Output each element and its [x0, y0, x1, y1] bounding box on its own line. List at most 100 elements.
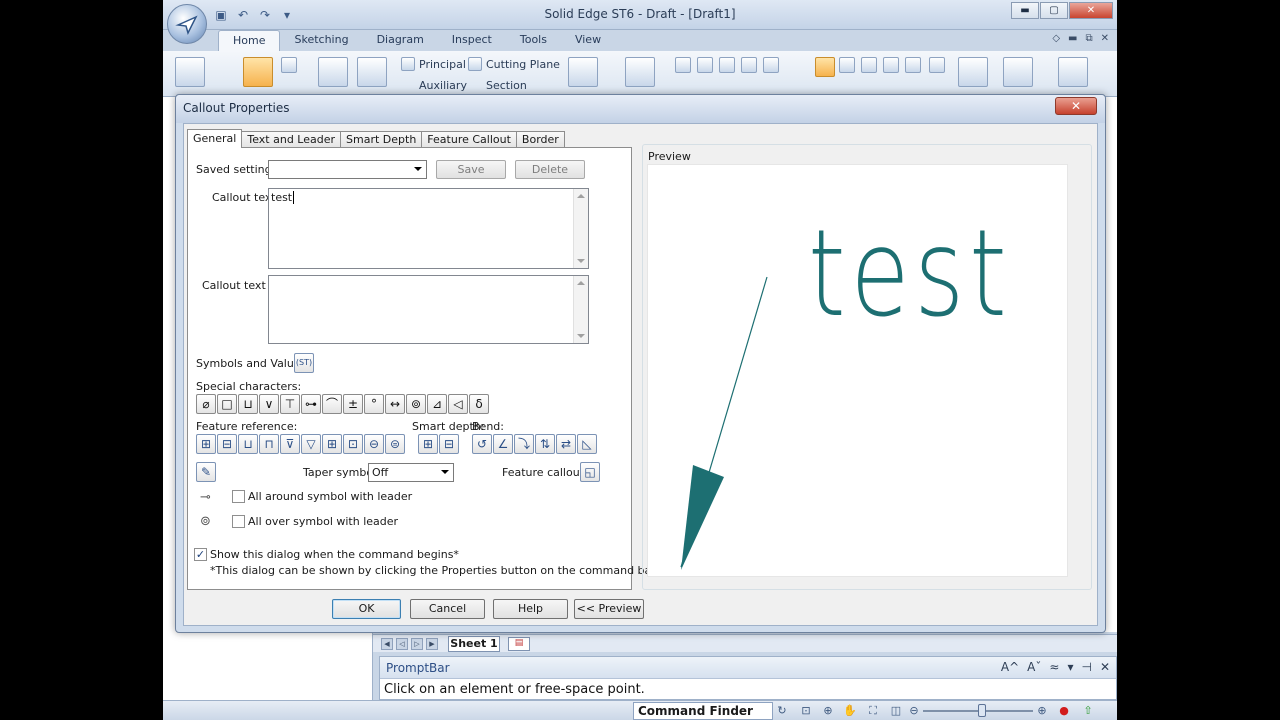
plus-minus-char-button[interactable]: ± — [343, 394, 363, 414]
tab-general[interactable]: General — [187, 129, 243, 148]
show-dialog-checkbox[interactable]: ✓ — [194, 548, 207, 561]
countersink-char-button[interactable]: ∨ — [259, 394, 279, 414]
preview-toggle-button[interactable]: << Preview — [574, 599, 644, 619]
close-doc-icon[interactable]: ✕ — [1101, 33, 1109, 44]
zoom-out-icon[interactable]: ⊖ — [907, 704, 921, 718]
cutting-plane-icon[interactable] — [468, 57, 482, 71]
fit-icon[interactable]: ⛶ — [866, 704, 880, 718]
pan-icon[interactable]: ✋ — [843, 704, 857, 718]
callout-text-field[interactable]: test — [268, 188, 589, 269]
callout-tool-icon[interactable] — [815, 57, 835, 77]
depth-char-button[interactable]: ⊤ — [280, 394, 300, 414]
bend-relief-icon[interactable]: ◺ — [577, 434, 597, 454]
options-icon[interactable]: ▾ — [1067, 660, 1073, 674]
refresh-icon[interactable]: ↻ — [775, 704, 789, 718]
tab-text-and-leader[interactable]: Text and Leader — [241, 131, 342, 148]
tab-inspect[interactable]: Inspect — [438, 30, 506, 52]
layers-icon[interactable] — [1058, 57, 1088, 87]
paste-icon[interactable] — [175, 57, 205, 87]
degree-char-button[interactable]: ° — [364, 394, 384, 414]
restore-doc-icon[interactable]: ⧉ — [1085, 33, 1092, 44]
tab-smart-depth[interactable]: Smart Depth — [340, 131, 423, 148]
feature-ref-counterbore-icon[interactable]: ⊔ — [238, 434, 258, 454]
callout-text2-scrollbar[interactable] — [573, 276, 588, 343]
first-sheet-icon[interactable]: ◀ — [381, 638, 393, 650]
weld-symbol-icon[interactable] — [905, 57, 921, 73]
smart-depth-2-icon[interactable]: ⊟ — [439, 434, 459, 454]
feature-callout-button[interactable]: ◱ — [580, 462, 600, 482]
last-sheet-icon[interactable]: ▶ — [426, 638, 438, 650]
diameter-char-button[interactable]: ⌀ — [196, 394, 216, 414]
new-sheet-icon[interactable]: ▤ — [508, 637, 530, 651]
section-button[interactable]: Section — [486, 79, 527, 92]
view-icon[interactable]: ◫ — [889, 704, 903, 718]
help-button[interactable]: Help — [493, 599, 568, 619]
bend-direction-icon[interactable]: ↺ — [472, 434, 492, 454]
help-icon[interactable]: ◇ — [1052, 33, 1060, 44]
feature-ref-countersink-icon[interactable]: ⊓ — [259, 434, 279, 454]
font-increase-icon[interactable]: A^ — [1001, 660, 1019, 674]
minimize-doc-icon[interactable]: ▬ — [1068, 33, 1077, 44]
next-sheet-icon[interactable]: ▷ — [411, 638, 423, 650]
tab-sketching[interactable]: Sketching — [280, 30, 362, 52]
dimension-icon[interactable] — [625, 57, 655, 87]
tab-home[interactable]: Home — [218, 30, 281, 52]
view-wizard-icon[interactable] — [318, 57, 348, 87]
callout-text2-field[interactable] — [268, 275, 589, 344]
bend-radius-icon[interactable]: ⤵ — [514, 434, 534, 454]
text-box-icon[interactable] — [958, 57, 988, 87]
feature-ref-slot-icon[interactable]: ⊞ — [322, 434, 342, 454]
application-button[interactable] — [167, 4, 207, 44]
maximize-button[interactable]: ▢ — [1040, 2, 1068, 19]
tab-tools[interactable]: Tools — [506, 30, 561, 52]
datum-icon[interactable] — [929, 57, 945, 73]
delete-settings-button[interactable]: Delete — [515, 160, 585, 179]
feature-ref-hole-icon[interactable]: ⊞ — [196, 434, 216, 454]
slope-char-button[interactable]: ⊶ — [301, 394, 321, 414]
dialog-close-button[interactable]: ✕ — [1055, 97, 1097, 115]
bend-sequence-icon[interactable]: ⇅ — [535, 434, 555, 454]
promptbar-close-icon[interactable]: ✕ — [1100, 660, 1110, 674]
tab-feature-callout[interactable]: Feature Callout — [421, 131, 517, 148]
principal-icon[interactable] — [401, 57, 415, 71]
minimize-button[interactable]: ▬ — [1011, 2, 1039, 19]
feature-ref-angle-icon[interactable]: ⊖ — [364, 434, 384, 454]
feature-ref-count-icon[interactable]: ⊜ — [385, 434, 405, 454]
annotation-tool-2-icon[interactable] — [697, 57, 713, 73]
cutting-plane-button[interactable]: Cutting Plane — [486, 58, 560, 71]
saved-settings-dropdown[interactable] — [268, 160, 427, 179]
cut-icon[interactable] — [207, 57, 225, 75]
connector-tool-icon[interactable] — [883, 57, 899, 73]
principal-button[interactable]: Principal — [419, 58, 466, 71]
smart-depth-1-icon[interactable]: ⊞ — [418, 434, 438, 454]
zoom-area-icon[interactable]: ⊡ — [799, 704, 813, 718]
auxiliary-button[interactable]: Auxiliary — [419, 79, 467, 92]
close-button[interactable]: ✕ — [1069, 2, 1113, 19]
select-options-icon[interactable] — [281, 57, 297, 73]
command-finder-input[interactable]: Command Finder — [633, 702, 773, 720]
counterbore-char-button[interactable]: ⊔ — [238, 394, 258, 414]
all-around-checkbox[interactable] — [232, 490, 245, 503]
annotation-tool-5-icon[interactable] — [763, 57, 779, 73]
ok-button[interactable]: OK — [332, 599, 401, 619]
feature-ref-thread-icon[interactable]: ⊟ — [217, 434, 237, 454]
record-icon[interactable]: ● — [1057, 704, 1071, 718]
sheet-tab-1[interactable]: Sheet 1 — [448, 636, 500, 652]
zoom-icon[interactable]: ⊕ — [821, 704, 835, 718]
feature-ref-taper-icon[interactable]: ⊽ — [280, 434, 300, 454]
tab-diagram[interactable]: Diagram — [363, 30, 438, 52]
save-settings-button[interactable]: Save — [436, 160, 506, 179]
balloon-tool-icon[interactable] — [861, 57, 877, 73]
symbols-values-button[interactable]: (ST) — [294, 353, 314, 373]
delta-char-button[interactable]: δ — [469, 394, 489, 414]
square-char-button[interactable]: □ — [217, 394, 237, 414]
arc-char-button[interactable]: ⌒ — [322, 394, 342, 414]
conical-char-button[interactable]: ◁ — [448, 394, 468, 414]
sheet-icon[interactable] — [1003, 57, 1033, 87]
tab-border[interactable]: Border — [515, 131, 565, 148]
select-tool-icon[interactable] — [243, 57, 273, 87]
taper-symbol-dropdown[interactable]: Off — [368, 463, 454, 482]
table-icon[interactable] — [568, 57, 598, 87]
bend-angle-icon[interactable]: ∠ — [493, 434, 513, 454]
prev-sheet-icon[interactable]: ◁ — [396, 638, 408, 650]
